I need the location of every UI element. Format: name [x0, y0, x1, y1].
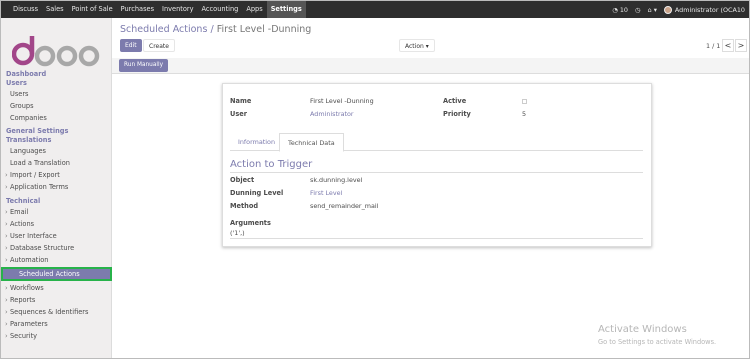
sidebar: Dashboard Users Users Groups Companies G…	[1, 18, 112, 358]
form-sheet: Name First Level -Dunning User Administr…	[222, 83, 652, 247]
chat-count: 10	[619, 5, 628, 14]
notebook-tabs: Information Technical Data	[230, 133, 643, 152]
method-value: send_remainder_mail	[310, 202, 379, 210]
section-title: Action to Trigger	[230, 159, 313, 170]
sidebar-item-groups[interactable]: Groups	[1, 100, 112, 112]
priority-label: Priority	[443, 110, 471, 118]
arguments-label: Arguments	[230, 219, 271, 227]
sidebar-item-general-settings[interactable]: General Settings	[1, 127, 112, 136]
run-manually-button[interactable]: Run Manually	[119, 59, 169, 72]
app-menu: Discuss Sales Point of Sale Purchases In…	[9, 1, 306, 18]
arguments-value: ('1',)	[230, 229, 245, 237]
menu-purchases[interactable]: Purchases	[117, 1, 158, 18]
sidebar-item-scheduled-actions[interactable]: Scheduled Actions	[1, 267, 112, 281]
settings-menu: Dashboard Users Users Groups Companies G…	[1, 70, 112, 342]
form-bottom-divider	[230, 238, 643, 239]
user-value-link[interactable]: Administrator	[310, 110, 354, 118]
menu-point-of-sale[interactable]: Point of Sale	[68, 1, 117, 18]
action-label: Action	[405, 43, 424, 50]
sidebar-item-companies[interactable]: Companies	[1, 112, 112, 124]
chat-icon: ◔	[612, 5, 618, 14]
menu-discuss[interactable]: Discuss	[9, 1, 42, 18]
clock-icon: ◷	[635, 5, 641, 14]
method-label: Method	[230, 202, 259, 210]
breadcrumb-separator: /	[210, 24, 214, 35]
activate-windows-subtitle: Go to Settings to activate Windows.	[598, 338, 717, 346]
chevron-down-icon: ▾	[653, 5, 657, 14]
edit-button[interactable]: Edit	[120, 39, 142, 52]
create-button[interactable]: Create	[143, 39, 175, 52]
sidebar-item-languages[interactable]: Languages	[1, 145, 112, 157]
object-value: sk.dunning.level	[310, 176, 363, 184]
sidebar-item-load-translation[interactable]: Load a Translation	[1, 157, 112, 169]
chat-button[interactable]: ◔ 10	[612, 6, 628, 14]
sidebar-item-import-export[interactable]: Import / Export	[1, 169, 112, 181]
sidebar-item-parameters[interactable]: Parameters	[1, 318, 112, 330]
object-label: Object	[230, 176, 255, 184]
name-label: Name	[230, 97, 252, 105]
sidebar-item-email[interactable]: Email	[1, 206, 112, 218]
menu-inventory[interactable]: Inventory	[158, 1, 198, 18]
sidebar-section-translations[interactable]: Translations	[1, 136, 112, 145]
odoo-logo	[12, 36, 100, 67]
sidebar-section-technical[interactable]: Technical	[1, 197, 112, 206]
avatar	[663, 5, 672, 14]
sidebar-item-application-terms[interactable]: Application Terms	[1, 181, 112, 193]
dunning-level-link[interactable]: First Level	[310, 189, 342, 197]
sidebar-item-user-interface[interactable]: User Interface	[1, 230, 112, 242]
menu-settings[interactable]: Settings	[266, 1, 306, 18]
activate-windows-title: Activate Windows	[598, 324, 687, 335]
sidebar-item-sequences[interactable]: Sequences & Identifiers	[1, 306, 112, 318]
sidebar-item-automation[interactable]: Automation	[1, 254, 112, 266]
menu-sales[interactable]: Sales	[42, 1, 68, 18]
home-button[interactable]: ⌂ ▾	[648, 6, 657, 14]
sidebar-item-reports[interactable]: Reports	[1, 294, 112, 306]
tab-information[interactable]: Information	[230, 133, 283, 151]
menu-apps[interactable]: Apps	[242, 1, 266, 18]
user-menu[interactable]: Administrator (OCA10	[663, 5, 745, 14]
top-navbar: Discuss Sales Point of Sale Purchases In…	[1, 1, 749, 18]
menu-accounting[interactable]: Accounting	[198, 1, 243, 18]
sidebar-section-users[interactable]: Users	[1, 79, 112, 88]
action-dropdown[interactable]: Action ▾	[399, 39, 435, 52]
name-value: First Level -Dunning	[310, 97, 374, 105]
dunning-level-label: Dunning Level	[230, 189, 284, 197]
sidebar-item-users[interactable]: Users	[1, 88, 112, 100]
active-label: Active	[443, 97, 467, 105]
sidebar-item-workflows[interactable]: Workflows	[1, 282, 112, 294]
pager-value: 1 / 1	[706, 42, 721, 50]
pager-next-button[interactable]: >	[735, 39, 747, 52]
user-name: Administrator (OCA10	[674, 5, 745, 14]
sidebar-item-security[interactable]: Security	[1, 330, 112, 342]
form-statusbar: Run Manually	[112, 58, 749, 74]
sidebar-item-actions[interactable]: Actions	[1, 218, 112, 230]
breadcrumb-parent[interactable]: Scheduled Actions	[120, 24, 207, 35]
sidebar-item-database-structure[interactable]: Database Structure	[1, 242, 112, 254]
breadcrumb-current: First Level -Dunning	[216, 24, 312, 35]
active-checkbox[interactable]	[522, 99, 527, 104]
systray: ◔ 10 ◷ ⌂ ▾ Administrator (OCA10	[605, 1, 745, 18]
priority-value: 5	[522, 110, 527, 118]
section-divider	[230, 172, 643, 173]
caret-down-icon: ▾	[425, 43, 429, 50]
user-label: User	[230, 110, 248, 118]
sidebar-item-dashboard[interactable]: Dashboard	[1, 70, 112, 79]
pager-previous-button[interactable]: <	[722, 39, 734, 52]
activity-button[interactable]: ◷	[635, 6, 641, 14]
breadcrumb: Scheduled Actions / First Level -Dunning	[120, 24, 311, 35]
tab-technical-data[interactable]: Technical Data	[279, 133, 344, 152]
home-icon: ⌂	[647, 5, 652, 14]
